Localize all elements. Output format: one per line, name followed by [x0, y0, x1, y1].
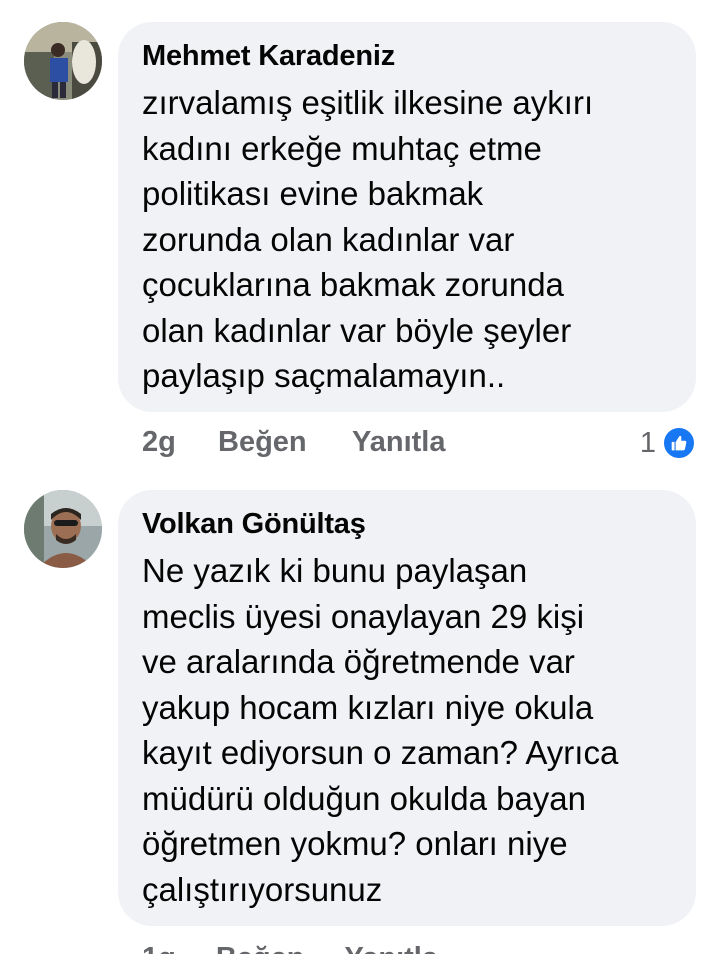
avatar-photo-icon [24, 490, 102, 568]
comment-timestamp[interactable]: 1g [142, 936, 176, 954]
avatar-photo-icon [24, 22, 102, 100]
reaction-summary[interactable]: 1 [640, 426, 696, 460]
comment-author[interactable]: Volkan Gönültaş [142, 506, 674, 542]
comment-actions: 2g Beğen Yanıtla 1 [142, 426, 696, 466]
reaction-count: 1 [639, 426, 656, 459]
comments-feed: Mehmet Karadeniz zırvalamış eşitlik ilke… [0, 0, 720, 954]
comment-author[interactable]: Mehmet Karadeniz [142, 38, 674, 74]
thumbs-up-icon [662, 426, 696, 460]
avatar[interactable] [24, 490, 102, 568]
comment-text: zırvalamış eşitlik ilkesine aykırı kadın… [142, 84, 594, 394]
avatar[interactable] [24, 22, 102, 100]
reply-button[interactable]: Yanıtla [344, 936, 438, 954]
like-button[interactable]: Beğen [216, 936, 305, 954]
comment-actions: 1g Beğen Yanıtla [142, 936, 478, 954]
reply-button[interactable]: Yanıtla [352, 426, 446, 459]
comment-bubble: Volkan Gönültaş Ne yazık ki bunu paylaşa… [118, 490, 696, 926]
comment-bubble: Mehmet Karadeniz zırvalamış eşitlik ilke… [118, 22, 696, 412]
comment-text: Ne yazık ki bunu paylaşan meclis üyesi o… [142, 552, 619, 908]
comment-timestamp[interactable]: 2g [142, 426, 176, 459]
like-button[interactable]: Beğen [218, 426, 307, 459]
